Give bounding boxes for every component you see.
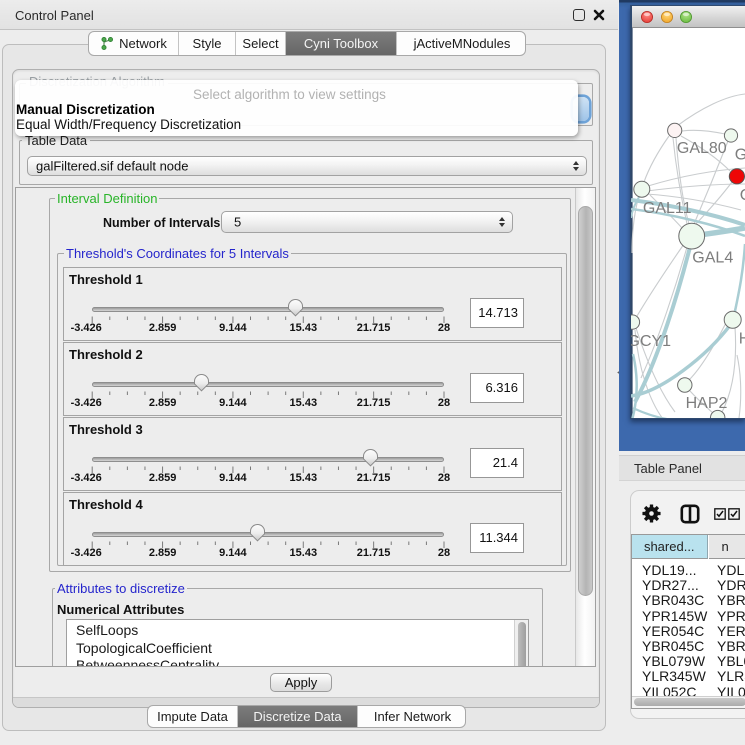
svg-text:GAL80: GAL80: [677, 140, 727, 157]
svg-text:GAL11: GAL11: [643, 200, 692, 217]
svg-text:C: C: [740, 187, 745, 204]
svg-text:GCY1: GCY1: [631, 333, 671, 350]
svg-text:H: H: [739, 330, 745, 347]
svg-text:HAP2: HAP2: [686, 395, 728, 412]
svg-text:GA: GA: [735, 147, 745, 164]
svg-text:GAL4: GAL4: [692, 250, 733, 267]
